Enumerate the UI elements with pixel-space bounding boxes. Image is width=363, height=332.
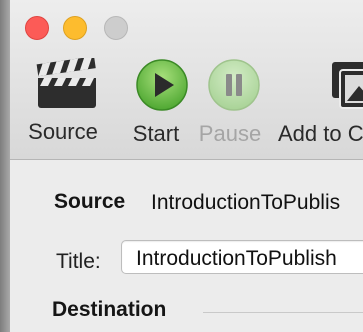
pause-toolbar-label: Pause: [198, 121, 262, 146]
start-toolbar-button[interactable]: Start: [117, 58, 195, 147]
destination-label: Destination: [52, 298, 167, 321]
source-toolbar-label: Source: [28, 119, 98, 144]
background-window-edge: [0, 0, 10, 332]
pause-toolbar-button[interactable]: Pause: [195, 58, 265, 147]
source-toolbar-button[interactable]: Source: [24, 56, 102, 145]
add-to-toolbar-button[interactable]: Add to C: [278, 58, 363, 147]
source-label: Source: [54, 190, 126, 213]
app-window: Source Start Pause Add to C Source Intro…: [10, 0, 363, 332]
title-label: Title:: [56, 250, 101, 273]
play-icon: [136, 59, 188, 111]
close-button[interactable]: [25, 16, 49, 40]
zoom-button[interactable]: [104, 16, 128, 40]
main-panel: Source IntroductionToPublis Title: Intro…: [10, 160, 363, 332]
add-to-toolbar-label: Add to C: [278, 121, 363, 146]
photos-icon: [332, 62, 363, 109]
pause-icon: [208, 59, 260, 111]
title-input[interactable]: IntroductionToPublish: [121, 240, 363, 274]
source-value: IntroductionToPublis: [151, 191, 341, 214]
toolbar-area: Source Start Pause Add to C: [10, 0, 363, 160]
minimize-button[interactable]: [63, 16, 87, 40]
start-toolbar-label: Start: [132, 121, 180, 146]
clapperboard-icon: [36, 56, 96, 108]
section-divider: [203, 312, 363, 313]
